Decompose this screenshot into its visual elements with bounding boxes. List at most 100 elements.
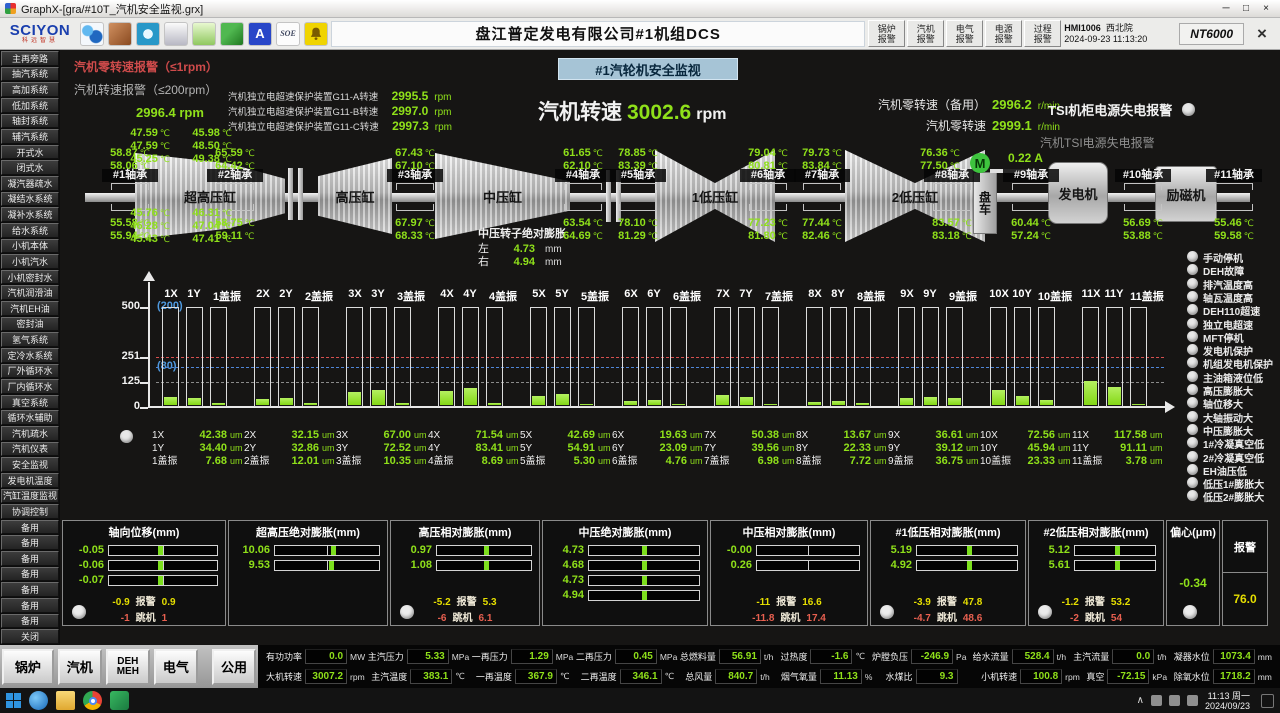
app-shortcut-icon[interactable] [110, 691, 129, 710]
file-explorer-icon[interactable] [56, 691, 75, 710]
sciyon-logo: SCIYON 科远智慧 [3, 23, 77, 45]
sidebar-item-29[interactable]: 汽缸温度监视 [1, 489, 59, 504]
clock[interactable]: 11:13 周一 2024/09/23 [1205, 691, 1250, 711]
value-display: -246.9 [911, 649, 953, 664]
report-icon[interactable] [164, 22, 188, 46]
turbine-alarm-button[interactable]: 汽机报警 [907, 20, 944, 47]
vibration-bar-fill [648, 400, 661, 405]
vibration-bar-fill [624, 401, 637, 405]
sidebar-item-18[interactable]: 密封油 [1, 317, 59, 332]
soe-icon[interactable]: SOE [276, 22, 300, 46]
chart-group-label: 5盖振 [572, 288, 618, 304]
minimize-button[interactable]: ─ [1217, 3, 1235, 14]
nav-turbine-button[interactable]: 汽机 [58, 649, 102, 685]
notification-icon[interactable] [1261, 694, 1274, 708]
sidebar-item-34[interactable]: 备用 [1, 567, 59, 582]
sidebar-item-37[interactable]: 备用 [1, 614, 59, 629]
tray-icon[interactable] [1151, 695, 1162, 706]
tray-icon[interactable] [1187, 695, 1198, 706]
gauge-marker [158, 546, 163, 555]
status-field: 一再温度367.9℃ [476, 669, 574, 684]
power-alarm-button[interactable]: 电源报警 [985, 20, 1022, 47]
page-title: #1汽轮机安全监视 [558, 58, 738, 80]
sidebar-item-5[interactable]: 轴封系统 [1, 114, 59, 129]
sidebar-item-6[interactable]: 辅汽系统 [1, 129, 59, 144]
sidebar-item-9[interactable]: 凝汽器疏水 [1, 176, 59, 191]
palette-icon[interactable] [108, 22, 132, 46]
sidebar-item-25[interactable]: 汽机疏水 [1, 426, 59, 441]
sidebar-item-33[interactable]: 备用 [1, 551, 59, 566]
indicator-lamp [1187, 451, 1198, 462]
indicator-lamp [1187, 344, 1198, 355]
sidebar-item-2[interactable]: 抽汽系统 [1, 67, 59, 82]
sidebar-item-14[interactable]: 小机汽水 [1, 254, 59, 269]
sidebar-item-8[interactable]: 闭式水 [1, 160, 59, 175]
sidebar-item-3[interactable]: 高加系统 [1, 82, 59, 97]
sidebar-item-23[interactable]: 真空系统 [1, 395, 59, 410]
link-icon[interactable] [80, 22, 104, 46]
status-field: 凝器水位1073.4mm [1174, 649, 1272, 664]
tray-icon[interactable] [1169, 695, 1180, 706]
sidebar-item-27[interactable]: 安全监视 [1, 457, 59, 472]
maximize-button[interactable]: □ [1237, 3, 1255, 14]
sidebar-item-22[interactable]: 厂内循环水 [1, 379, 59, 394]
sidebar-item-38[interactable]: 关闭 [1, 629, 59, 644]
vibration-bar-fill [372, 390, 385, 405]
sidebar-item-36[interactable]: 备用 [1, 598, 59, 613]
mail-icon[interactable] [192, 22, 216, 46]
sidebar-item-10[interactable]: 凝结水系统 [1, 192, 59, 207]
motor-current-value: 0.22 A [1008, 151, 1043, 165]
status-field: 二再温度346.1℃ [581, 669, 679, 684]
sidebar-item-24[interactable]: 循环水辅助 [1, 410, 59, 425]
browser-icon[interactable] [29, 691, 48, 710]
tags-icon[interactable] [220, 22, 244, 46]
panel-title: 中压绝对膨胀(mm) [545, 524, 705, 540]
sidebar-item-21[interactable]: 厂外循环水 [1, 364, 59, 379]
lp2-rel-expansion-panel: #2低压相对膨胀(mm)5.125.61-1.2报警53.2-2跳机54 [1028, 520, 1164, 626]
nav-electrical-button[interactable]: 电气 [154, 649, 198, 685]
tray-expand-icon[interactable]: ∧ [1137, 695, 1144, 706]
sidebar-item-12[interactable]: 给水系统 [1, 223, 59, 238]
chart-tick-mark [140, 307, 148, 309]
sidebar-item-30[interactable]: 协调控制 [1, 504, 59, 519]
alarm-bell-icon[interactable] [304, 22, 328, 46]
sidebar-item-17[interactable]: 汽机EH油 [1, 301, 59, 316]
sidebar-item-13[interactable]: 小机本体 [1, 239, 59, 254]
chart-group-label: 8Y [827, 288, 849, 300]
sidebar-item-20[interactable]: 定冷水系统 [1, 348, 59, 363]
sidebar-item-28[interactable]: 发电机温度 [1, 473, 59, 488]
start-button[interactable] [6, 693, 21, 708]
nav-boiler-button[interactable]: 锅炉 [2, 649, 54, 685]
sidebar-item-35[interactable]: 备用 [1, 582, 59, 597]
vibration-bar [762, 307, 779, 407]
sidebar-item-26[interactable]: 汽机仪表 [1, 442, 59, 457]
sidebar-item-19[interactable]: 氢气系统 [1, 332, 59, 347]
vibration-bar-fill [256, 399, 269, 405]
sidebar-item-7[interactable]: 开式水 [1, 145, 59, 160]
font-icon[interactable]: A [248, 22, 272, 46]
chrome-icon[interactable] [83, 691, 102, 710]
close-button[interactable]: × [1257, 3, 1275, 14]
sidebar-item-11[interactable]: 凝补水系统 [1, 207, 59, 222]
hp-rel-expansion-panel: 高压相对膨胀(mm)0.971.08-5.2报警5.3-6跳机6.1 [390, 520, 540, 626]
value-display: 346.1 [620, 669, 662, 684]
nav-deh-meh-button[interactable]: DEHMEH [106, 649, 150, 685]
sidebar-item-15[interactable]: 小机密封水 [1, 270, 59, 285]
sidebar-item-31[interactable]: 备用 [1, 520, 59, 535]
nav-common-button[interactable]: 公用 [212, 649, 256, 685]
indicator-lamp [1182, 103, 1195, 116]
sidebar-item-1[interactable]: 主再旁路 [1, 51, 59, 66]
sidebar-item-16[interactable]: 汽机润滑油 [1, 285, 59, 300]
chart-tick-label: 0 [106, 400, 140, 412]
electrical-alarm-button[interactable]: 电气报警 [946, 20, 983, 47]
clock-icon[interactable] [136, 22, 160, 46]
vibration-readout: 7X50.38um7Y39.56um7盖振6.98um [704, 429, 800, 468]
sidebar-item-32[interactable]: 备用 [1, 535, 59, 550]
boiler-alarm-button[interactable]: 锅炉报警 [868, 20, 905, 47]
bearing-label: #11轴承 [1206, 169, 1262, 182]
vibration-bar-fill [396, 403, 409, 405]
process-alarm-button[interactable]: 过程报警 [1024, 20, 1061, 47]
toolbar-close-icon[interactable]: × [1247, 21, 1277, 47]
cylinder-temp-block: 47.59℃45.98℃47.59℃48.50℃45.25℃49.38℃ [116, 126, 232, 165]
sidebar-item-4[interactable]: 低加系统 [1, 98, 59, 113]
